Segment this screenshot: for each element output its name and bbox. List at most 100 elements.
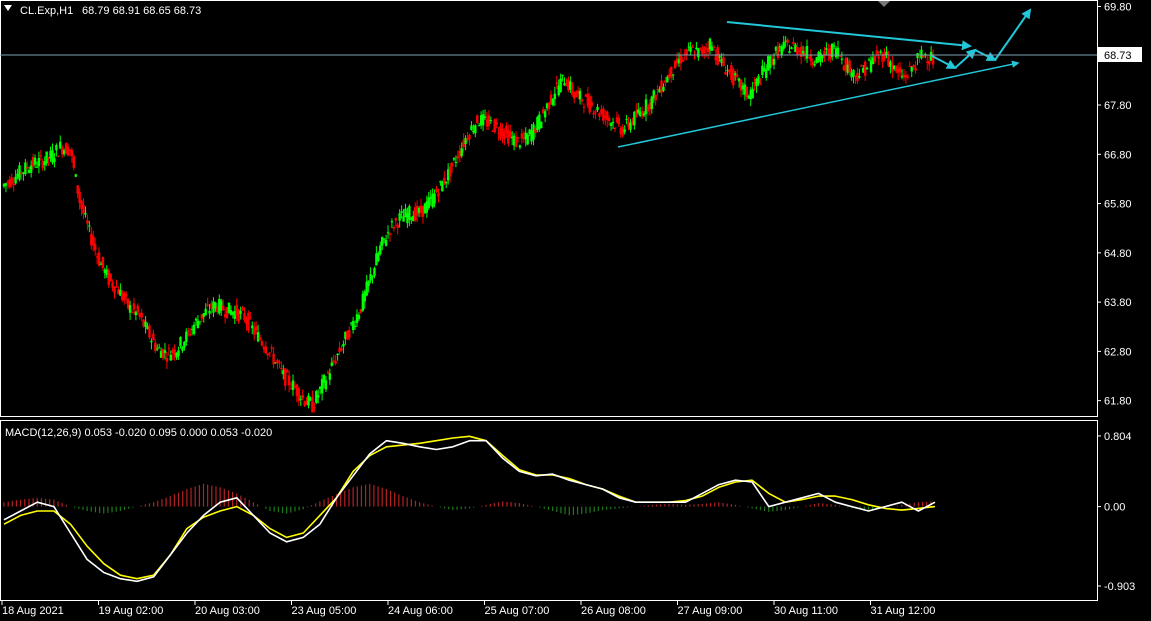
candle-bull bbox=[379, 245, 382, 255]
candle-bull bbox=[885, 51, 888, 55]
candle-bull bbox=[150, 340, 153, 343]
price-tick-label: 67.80 bbox=[1104, 100, 1132, 112]
price-tick-label: 65.80 bbox=[1104, 199, 1132, 211]
candle-bull bbox=[14, 176, 17, 184]
macd-tick-label: 0.00 bbox=[1104, 502, 1125, 514]
candle-bull bbox=[408, 206, 411, 220]
candle-bear bbox=[152, 333, 155, 341]
price-tick-label: 64.80 bbox=[1104, 248, 1132, 260]
candle-bear bbox=[906, 76, 910, 78]
candle-bear bbox=[745, 86, 749, 97]
candle-bear bbox=[450, 162, 454, 167]
candle-bull bbox=[192, 324, 196, 334]
candle-bull bbox=[204, 308, 207, 316]
candle-bull bbox=[865, 67, 869, 70]
candle-bear bbox=[848, 60, 851, 73]
candle-bull bbox=[551, 98, 555, 106]
candle-bull bbox=[183, 341, 186, 348]
candle-bear bbox=[266, 353, 269, 356]
symbol-label: CL.Exp,H1 bbox=[20, 5, 73, 17]
candle-bull bbox=[526, 134, 529, 145]
candle-bear bbox=[914, 67, 917, 71]
candle-bull bbox=[400, 211, 403, 213]
candle-bear bbox=[124, 294, 128, 297]
candle-bull bbox=[697, 48, 700, 58]
candle-bear bbox=[875, 50, 879, 54]
candle-bear bbox=[613, 127, 617, 130]
candle-bear bbox=[93, 243, 97, 251]
candle-bull bbox=[650, 96, 654, 110]
candle-bear bbox=[722, 57, 725, 66]
candle-bear bbox=[221, 305, 225, 311]
candle-bull bbox=[666, 76, 669, 83]
candle-bull bbox=[427, 197, 430, 208]
candle-bear bbox=[311, 396, 314, 413]
candle-bear bbox=[702, 46, 706, 54]
candle-bear bbox=[516, 137, 520, 139]
candle-bull bbox=[867, 59, 871, 61]
candle-bear bbox=[592, 112, 595, 115]
candle-bear bbox=[264, 346, 268, 354]
time-tick-label: 24 Aug 06:00 bbox=[388, 605, 453, 617]
candle-bear bbox=[10, 177, 13, 185]
candle-bull bbox=[35, 166, 39, 168]
candle-bull bbox=[629, 122, 632, 130]
time-tick-label: 30 Aug 11:00 bbox=[774, 605, 838, 617]
candle-bull bbox=[177, 350, 180, 356]
candle-bear bbox=[724, 72, 727, 75]
candle-bear bbox=[268, 352, 271, 354]
candle-bull bbox=[181, 347, 184, 351]
candle-bear bbox=[693, 56, 696, 58]
candle-bull bbox=[625, 118, 628, 120]
candle-bull bbox=[460, 148, 463, 157]
candle-bull bbox=[474, 125, 477, 134]
candle-bear bbox=[101, 256, 105, 268]
candle-bull bbox=[481, 114, 485, 126]
candle-bear bbox=[396, 224, 399, 228]
candle-bear bbox=[792, 42, 795, 45]
candle-bear bbox=[247, 312, 250, 331]
candle-bull bbox=[328, 373, 332, 380]
candle-bear bbox=[590, 102, 593, 106]
candle-bear bbox=[260, 341, 264, 346]
candle-bull bbox=[772, 58, 776, 65]
candle-bear bbox=[348, 330, 351, 339]
candle-bear bbox=[495, 121, 498, 125]
candle-bear bbox=[12, 184, 15, 186]
candle-bull bbox=[561, 74, 564, 76]
candle-bull bbox=[386, 232, 390, 234]
price-tick-label: 61.80 bbox=[1104, 396, 1132, 408]
candle-bull bbox=[518, 145, 522, 148]
candle-bull bbox=[454, 161, 458, 163]
candle-bear bbox=[735, 74, 739, 77]
candle-bull bbox=[4, 183, 8, 186]
candle-bull bbox=[402, 216, 405, 222]
candle-bear bbox=[189, 334, 192, 336]
candle-bear bbox=[898, 67, 902, 73]
candle-bull bbox=[53, 158, 56, 163]
candle-bull bbox=[29, 165, 33, 173]
candle-bear bbox=[877, 56, 880, 59]
candle-bear bbox=[392, 226, 396, 229]
trading-chart[interactable]: CL.Exp,H1 68.79 68.91 68.65 68.73 69.80 6… bbox=[0, 0, 1151, 621]
candle-bull bbox=[55, 145, 58, 151]
candle-bear bbox=[340, 348, 343, 351]
candle-bull bbox=[832, 45, 836, 47]
ohlc-values: 68.79 68.91 68.65 68.73 bbox=[82, 5, 201, 17]
time-tick-label: 20 Aug 03:00 bbox=[195, 605, 260, 617]
candle-bear bbox=[493, 119, 496, 133]
candle-bull bbox=[373, 268, 376, 276]
candle-bear bbox=[132, 303, 136, 310]
candle-bear bbox=[249, 317, 252, 319]
candle-bull bbox=[452, 158, 456, 160]
time-tick-label: 27 Aug 09:00 bbox=[678, 605, 743, 617]
candle-bear bbox=[685, 49, 688, 56]
candle-bear bbox=[679, 55, 683, 64]
candle-bull bbox=[384, 239, 388, 246]
candle-bear bbox=[66, 146, 70, 156]
candle-bull bbox=[578, 90, 582, 100]
candle-bear bbox=[113, 286, 116, 294]
candle-bull bbox=[194, 318, 198, 321]
candle-bull bbox=[377, 253, 380, 262]
candle-bear bbox=[555, 82, 558, 84]
